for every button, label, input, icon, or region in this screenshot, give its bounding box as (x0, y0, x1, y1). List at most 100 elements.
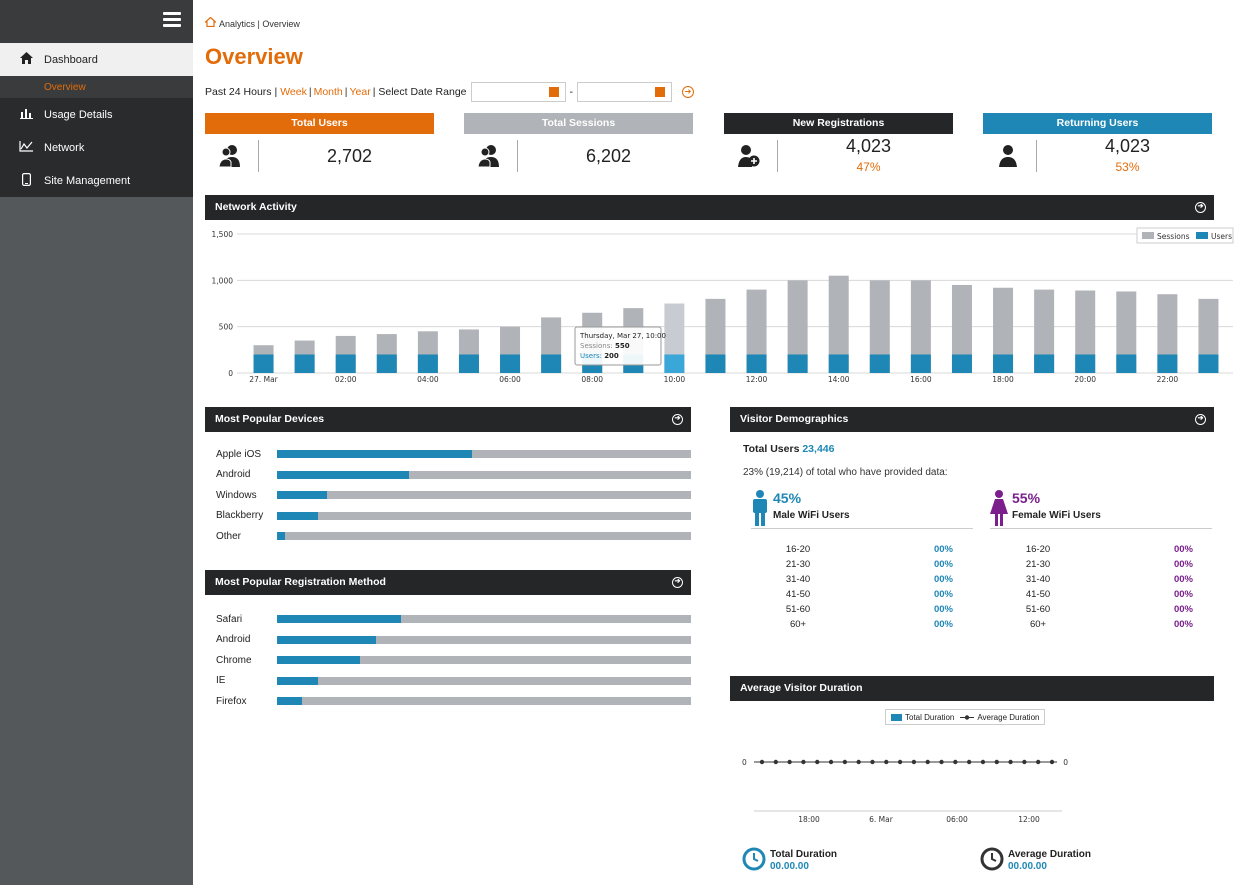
duration-point[interactable] (884, 759, 889, 765)
go-arrow-icon[interactable]: ➔ (1195, 202, 1206, 213)
users-bar[interactable] (910, 354, 931, 373)
breadcrumb-text[interactable]: Analytics | Overview (219, 19, 300, 29)
sidebar-subitem-overview[interactable]: Overview (0, 76, 193, 98)
users-bar[interactable] (951, 354, 972, 373)
duration-point[interactable] (980, 759, 986, 765)
users-bar[interactable] (294, 354, 315, 373)
table-row: 41-50 00% (993, 587, 1193, 602)
duration-point[interactable] (787, 759, 792, 765)
users-bar[interactable] (253, 354, 274, 373)
users-bar[interactable] (869, 354, 890, 373)
menu-icon[interactable] (163, 12, 181, 27)
list-item: IE (205, 671, 691, 692)
duration-point[interactable] (897, 759, 903, 765)
duration-point[interactable] (870, 759, 875, 765)
legend-sessions[interactable]: Sessions (1157, 232, 1190, 241)
age-percent: 00% (1173, 574, 1193, 585)
users-icon (478, 145, 499, 168)
total-sessions-card: Total Sessions 6,202 (464, 113, 693, 178)
duration-point[interactable] (773, 759, 779, 765)
users-bar[interactable] (828, 354, 849, 373)
users-bar[interactable] (1034, 354, 1055, 373)
progress-fill (277, 615, 402, 624)
list-item-label: Android (216, 469, 251, 481)
breadcrumb: Analytics | Overview (203, 16, 300, 30)
duration-point[interactable] (939, 759, 944, 765)
sidebar-item-dashboard[interactable]: Dashboard (0, 43, 193, 76)
age-percent: 00% (1173, 544, 1193, 555)
card-title: Total Sessions (464, 113, 693, 134)
x-tick-label: 12:00 (746, 375, 768, 384)
go-arrow-icon[interactable]: ➔ (672, 577, 683, 588)
duration-point[interactable] (1035, 759, 1041, 765)
users-bar[interactable] (335, 354, 356, 373)
duration-point[interactable] (925, 759, 930, 765)
go-arrow-icon[interactable]: ➔ (672, 414, 683, 425)
age-range: 41-50 (785, 589, 811, 600)
progress-fill (277, 635, 377, 644)
users-bar[interactable] (664, 354, 685, 373)
duration-point[interactable] (842, 759, 848, 765)
users-bar[interactable] (705, 354, 726, 373)
go-arrow-icon[interactable]: ➔ (682, 86, 695, 98)
table-row: 21-30 00% (753, 557, 953, 572)
y-tick-label: 0 (742, 758, 747, 767)
panel-title: Most Popular Registration Method (215, 576, 386, 588)
past-24-hours-label[interactable]: Past 24 Hours | (205, 86, 277, 98)
sidebar-item-site-management[interactable]: Site Management (0, 164, 193, 197)
tooltip-date: Thursday, Mar 27, 10:00 (579, 332, 666, 340)
duration-point[interactable] (1022, 759, 1027, 765)
duration-point[interactable] (953, 759, 958, 765)
users-bar[interactable] (417, 354, 438, 373)
home-icon[interactable] (203, 16, 218, 30)
list-item-label-wrap: Android (205, 469, 277, 480)
duration-point[interactable] (828, 759, 834, 765)
y-tick-label: 0 (228, 369, 233, 378)
sidebar-item-usage-details[interactable]: Usage Details (0, 98, 193, 131)
card-value: 4,023 (1104, 136, 1151, 156)
total-duration-label: Total Duration (770, 849, 838, 860)
duration-point[interactable] (759, 759, 765, 765)
users-bar[interactable] (1157, 354, 1178, 373)
users-bar[interactable] (541, 354, 562, 373)
users-bar[interactable] (458, 354, 479, 373)
table-row: 16-20 00% (753, 542, 953, 557)
age-percent: 00% (933, 559, 953, 570)
users-bar[interactable] (500, 354, 521, 373)
list-item: Blackberry (205, 506, 691, 527)
card-value: 6,202 (585, 146, 632, 166)
end-date-input[interactable] (577, 82, 673, 102)
calendar-icon[interactable] (655, 87, 666, 97)
duration-point[interactable] (994, 759, 999, 765)
users-bar[interactable] (993, 354, 1014, 373)
new-registrations-card: New Registrations 4,023 47% (724, 113, 953, 178)
users-bar[interactable] (1116, 354, 1137, 373)
duration-point[interactable] (966, 759, 972, 765)
users-bar[interactable] (1075, 354, 1096, 373)
go-arrow-icon[interactable]: ➔ (1195, 414, 1206, 425)
x-tick-label: 06:00 (946, 815, 968, 824)
x-tick-label: 14:00 (828, 375, 850, 384)
age-range: 16-20 (1025, 544, 1051, 555)
legend-total-duration[interactable]: Total Duration (905, 713, 954, 722)
month-link[interactable]: Month (314, 86, 343, 98)
duration-point[interactable] (856, 759, 861, 765)
duration-point[interactable] (1049, 759, 1055, 765)
duration-point[interactable] (801, 759, 806, 765)
calendar-icon[interactable] (548, 87, 559, 97)
duration-point[interactable] (1008, 759, 1013, 765)
legend-users[interactable]: Users (1211, 232, 1232, 241)
users-bar[interactable] (787, 354, 808, 373)
users-bar[interactable] (1198, 354, 1219, 373)
sidebar-item-network[interactable]: Network (0, 131, 193, 164)
week-link[interactable]: Week (280, 86, 307, 98)
year-link[interactable]: Year (350, 86, 371, 98)
users-bar[interactable] (376, 354, 397, 373)
start-date-input[interactable] (470, 82, 566, 102)
list-item-label-wrap: Apple iOS (205, 449, 277, 460)
duration-point[interactable] (911, 759, 917, 765)
users-bar[interactable] (746, 354, 767, 373)
legend-average-duration[interactable]: Average Duration (977, 713, 1039, 722)
duration-point[interactable] (815, 759, 820, 765)
x-tick-label: 6. Mar (869, 815, 894, 824)
